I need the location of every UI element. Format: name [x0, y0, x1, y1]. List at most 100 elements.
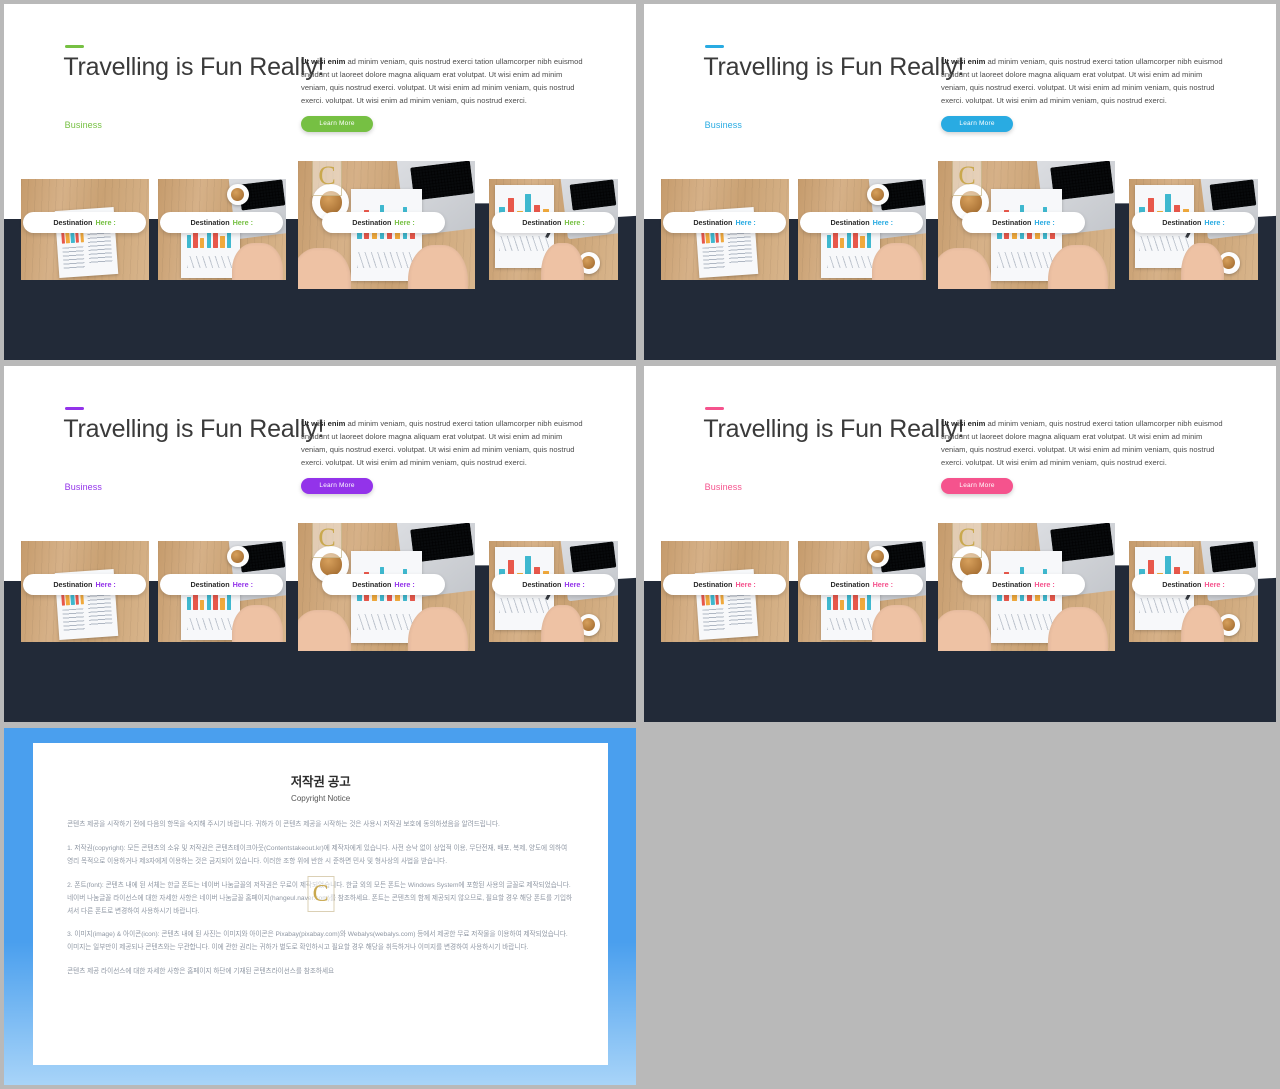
- destination-highlight: Here :: [564, 580, 585, 590]
- destination-highlight: Here :: [735, 218, 756, 228]
- destination-label[interactable]: Destination Here :: [961, 573, 1086, 595]
- copyright-title: 저작권 공고: [290, 775, 351, 790]
- destination-text: Destination: [53, 580, 93, 590]
- copyright-paragraph: 콘텐츠 제공 라이선스에 대한 자세한 사항은 홈페이지 하단에 기재된 콘텐츠…: [67, 968, 335, 976]
- destination-card-strip: C Destination Here: Destination Here: …: [4, 522, 636, 651]
- paper-line-graph: [996, 251, 1056, 269]
- paper-line-graph: [826, 256, 873, 268]
- destination-highlight: Here :: [735, 580, 756, 590]
- destination-text: Destination: [352, 217, 392, 227]
- keyboard-icon: [1210, 179, 1257, 211]
- hand: [407, 607, 469, 651]
- keyboard-icon: [570, 541, 617, 573]
- destination-label[interactable]: Destination Here :: [22, 574, 147, 596]
- keyboard-icon: [1210, 541, 1257, 573]
- page-title: Travelling is Fun Really!: [703, 415, 965, 444]
- hand: [937, 247, 992, 289]
- slide-thumbnail-1[interactable]: Travelling is Fun Really! Business Ut wi…: [4, 4, 636, 360]
- accent-rule: [64, 44, 85, 48]
- hand: [1047, 607, 1109, 651]
- coffee-cup: [866, 545, 889, 568]
- watermark-logo: C: [307, 876, 335, 913]
- copyright-subtitle: Copyright Notice: [291, 794, 351, 804]
- watermark-logo: C: [312, 522, 343, 558]
- body-lead: Ut wisi enim: [301, 419, 346, 429]
- destination-card-strip: C Destination Here: Destination Here: …: [644, 522, 1276, 651]
- paper-line-graph: [186, 618, 233, 630]
- destination-label[interactable]: Destination Here :: [160, 212, 284, 234]
- watermark-logo: C: [312, 160, 343, 196]
- slide-thumbnail-4[interactable]: Travelling is Fun Really! Business Ut wi…: [644, 366, 1276, 722]
- hand: [231, 243, 284, 280]
- paper-line-graph: [1139, 236, 1189, 252]
- slide-thumbnail-2[interactable]: Travelling is Fun Really! Business Ut wi…: [644, 4, 1276, 360]
- learn-more-button[interactable]: Learn More: [301, 115, 374, 132]
- page-subtitle: Business: [64, 481, 102, 492]
- paper-text-lines: [86, 228, 113, 264]
- destination-label[interactable]: Destination Here :: [160, 574, 284, 596]
- destination-highlight: Here :: [1204, 218, 1225, 228]
- destination-text: Destination: [830, 218, 870, 228]
- destination-highlight: Here :: [394, 579, 415, 589]
- destination-label[interactable]: Destination Here :: [1131, 574, 1256, 596]
- paper-line-graph: [356, 613, 416, 631]
- coffee-cup: [226, 183, 249, 206]
- destination-label[interactable]: Destination Here :: [662, 574, 787, 596]
- slide-thumbnail-3[interactable]: Travelling is Fun Really! Business Ut wi…: [4, 366, 636, 722]
- destination-label[interactable]: Destination Here :: [491, 574, 616, 596]
- destination-text: Destination: [53, 218, 93, 228]
- slide-thumbnail-board: Travelling is Fun Really! Business Ut wi…: [0, 0, 1280, 1089]
- hand: [1180, 243, 1225, 280]
- destination-label[interactable]: Destination Here :: [662, 212, 787, 234]
- keyboard-icon: [570, 179, 617, 211]
- paper-text-lines: [726, 590, 753, 626]
- paper-text-lines: [86, 590, 113, 626]
- destination-text: Destination: [830, 580, 870, 590]
- body-lead: Ut wisi enim: [941, 57, 986, 67]
- destination-highlight: Here :: [1034, 579, 1055, 589]
- destination-label[interactable]: Destination Here :: [491, 212, 616, 234]
- destination-text: Destination: [992, 217, 1032, 227]
- destination-label[interactable]: Destination Here :: [800, 212, 924, 234]
- destination-highlight: Here :: [394, 217, 415, 227]
- paper-line-graph: [996, 613, 1056, 631]
- destination-text: Destination: [693, 218, 733, 228]
- learn-more-button[interactable]: Learn More: [941, 477, 1014, 494]
- destination-label[interactable]: Destination Here :: [321, 211, 446, 233]
- paper-text-lines: [62, 608, 85, 633]
- body-paragraph: Ut wisi enim ad minim veniam, quis nostr…: [301, 55, 589, 107]
- hand: [1180, 605, 1225, 642]
- destination-label[interactable]: Destination Here :: [22, 212, 147, 234]
- hand: [540, 243, 585, 280]
- learn-more-button[interactable]: Learn More: [301, 477, 374, 494]
- destination-label[interactable]: Destination Here :: [800, 574, 924, 596]
- page-title: Travelling is Fun Really!: [63, 53, 325, 82]
- page-subtitle: Business: [64, 119, 102, 130]
- learn-more-button[interactable]: Learn More: [941, 115, 1014, 132]
- destination-label[interactable]: Destination Here :: [961, 211, 1086, 233]
- paper-line-graph: [186, 256, 233, 268]
- destination-text: Destination: [190, 218, 230, 228]
- destination-text: Destination: [1162, 218, 1202, 228]
- destination-text: Destination: [190, 580, 230, 590]
- destination-label[interactable]: Destination Here :: [321, 573, 446, 595]
- hand: [231, 605, 284, 642]
- slide-thumbnail-5-copyright[interactable]: 저작권 공고 Copyright Notice 콘텐츠 제공을 시작하기 전에 …: [4, 728, 636, 1085]
- accent-rule: [64, 406, 85, 410]
- destination-text: Destination: [992, 579, 1032, 589]
- destination-label[interactable]: Destination Here :: [1131, 212, 1256, 234]
- destination-text: Destination: [352, 579, 392, 589]
- paper-text-lines: [702, 608, 725, 633]
- copyright-paragraph: 1. 저작권(copyright): 모든 콘텐츠의 소유 및 저작권은 콘텐츠…: [67, 845, 568, 866]
- body-lead: Ut wisi enim: [301, 57, 346, 67]
- destination-highlight: Here :: [872, 218, 893, 228]
- copyright-card: 저작권 공고 Copyright Notice 콘텐츠 제공을 시작하기 전에 …: [33, 743, 609, 1065]
- hand: [937, 609, 992, 651]
- hand: [871, 243, 924, 280]
- destination-card-strip: C Destination Here: Destination Here: …: [4, 160, 636, 289]
- hand: [871, 605, 924, 642]
- body-paragraph: Ut wisi enim ad minim veniam, quis nostr…: [941, 55, 1229, 107]
- destination-highlight: Here :: [872, 580, 893, 590]
- body-paragraph: Ut wisi enim ad minim veniam, quis nostr…: [301, 417, 589, 469]
- destination-text: Destination: [693, 580, 733, 590]
